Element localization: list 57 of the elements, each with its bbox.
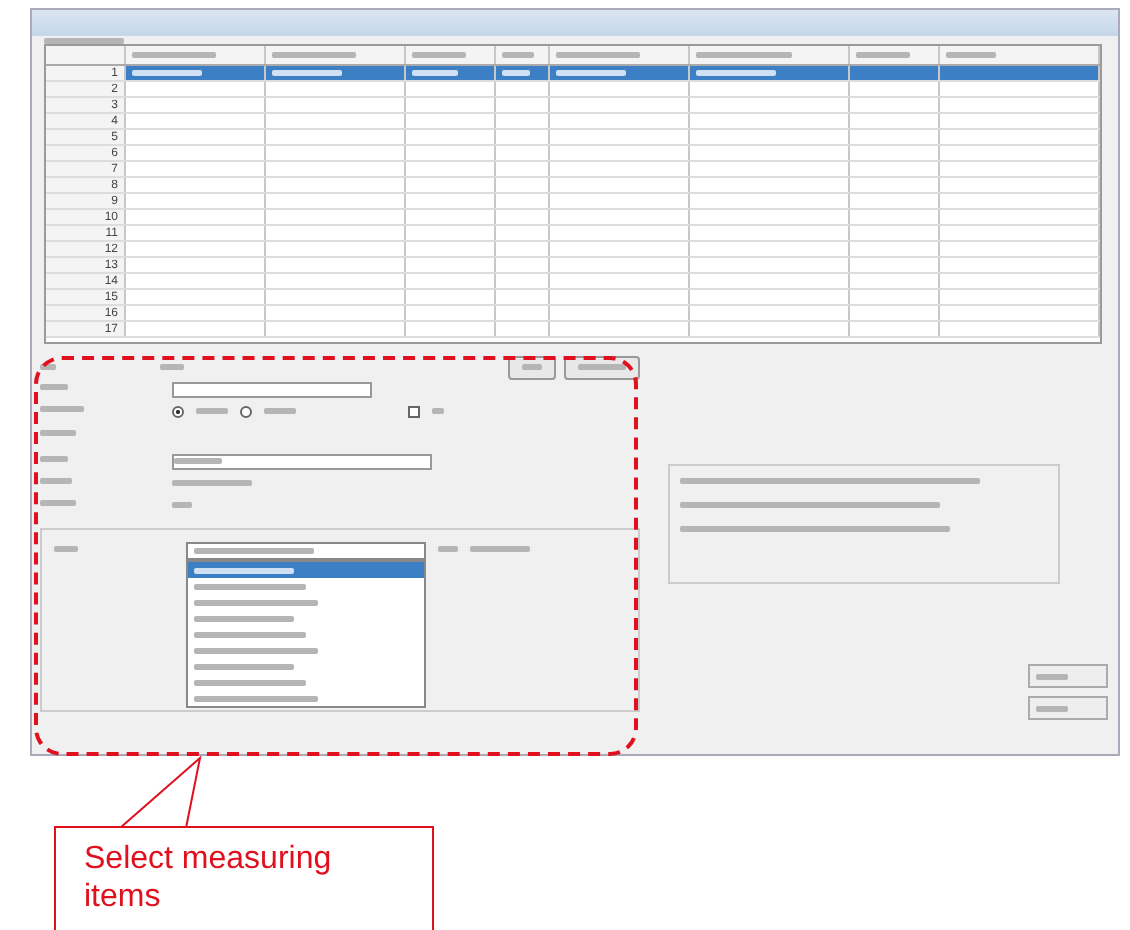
- blurred-text-drawing: [172, 480, 252, 486]
- name-field[interactable]: [172, 381, 372, 397]
- leader-line: [119, 755, 202, 829]
- blurred-text-drawing: [40, 364, 56, 370]
- blurred-text-drawing: [196, 408, 228, 414]
- blurred-text-drawing: [856, 52, 910, 58]
- blurred-text-drawing: [194, 583, 306, 589]
- blurred-text-drawing: [696, 70, 776, 76]
- blurred-text-drawing: [194, 679, 306, 685]
- checkbox[interactable]: [408, 405, 420, 417]
- blurred-text-drawing: [194, 695, 318, 701]
- blurred-text-drawing: [432, 408, 444, 414]
- blurred-text-drawing: [470, 545, 530, 552]
- radio-button[interactable]: [172, 405, 184, 417]
- add-button[interactable]: [1028, 664, 1108, 688]
- blurred-text-drawing: [40, 383, 68, 390]
- dropdown-item[interactable]: [188, 562, 424, 578]
- blurred-text-drawing: [160, 364, 184, 370]
- blurred-text-drawing: [578, 364, 626, 370]
- blurred-text-drawing: [412, 52, 466, 58]
- blurred-text-drawing: [172, 502, 192, 508]
- blurred-text-drawing: [194, 548, 314, 554]
- measuring-item-dropdown[interactable]: [186, 542, 426, 560]
- blurred-text-drawing: [264, 408, 296, 414]
- blurred-text-drawing: [522, 364, 542, 370]
- blurred-text-drawing: [502, 52, 534, 58]
- blurred-text-drawing: [40, 405, 84, 412]
- blurred-text-drawing: [40, 477, 72, 484]
- blurred-text-drawing: [412, 70, 458, 76]
- blurred-text-drawing: [132, 70, 202, 76]
- close-button[interactable]: [1028, 696, 1108, 720]
- blurred-text-drawing: [696, 52, 792, 58]
- blurred-text-drawing: [194, 647, 318, 653]
- blurred-text-drawing: [194, 663, 294, 669]
- blurred-text-drawing: [946, 52, 996, 58]
- radio-button[interactable]: [240, 405, 252, 417]
- blurred-text-drawing: [194, 631, 306, 637]
- blurred-text-drawing: [1036, 673, 1068, 679]
- blurred-text-drawing: [556, 70, 626, 76]
- blurred-text-drawing: [40, 455, 68, 462]
- type-dropdown[interactable]: [172, 453, 432, 469]
- blurred-text-drawing: [272, 52, 356, 58]
- blurred-text-drawing: [54, 545, 78, 552]
- blurred-text-drawing: [502, 70, 530, 76]
- blurred-text-drawing: [1036, 705, 1068, 711]
- register-button[interactable]: [564, 355, 640, 379]
- blurred-text-drawing: [40, 430, 76, 437]
- blurred-text-drawing: [556, 52, 640, 58]
- blurred-text-drawing: [132, 52, 216, 58]
- blurred-text-drawing: [272, 70, 342, 76]
- blurred-text-drawing: [44, 38, 124, 45]
- blurred-text-drawing: [174, 458, 222, 465]
- blurred-text-drawing: [40, 499, 76, 506]
- blurred-text-drawing: [438, 545, 458, 552]
- blurred-text-drawing: [194, 615, 294, 621]
- blurred-text-drawing: [194, 567, 294, 573]
- blurred-text-drawing: [194, 599, 318, 605]
